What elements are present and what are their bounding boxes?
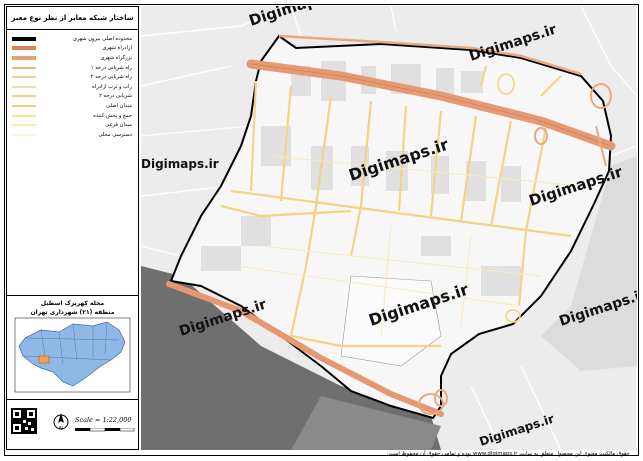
map-svg: Digimaps.ir Digimaps.ir Digimaps.ir Digi… — [141, 6, 637, 450]
scale-text: Scale = 1:22,000 — [75, 416, 132, 424]
legend-swatch — [12, 114, 36, 117]
legend-item-label: میدان اصلی — [106, 102, 132, 109]
legend-item: راب و ترب آزادراه — [11, 82, 134, 92]
legend-item: جمع و پخش کننده — [11, 111, 134, 121]
legend-swatch — [12, 104, 36, 107]
legend-item-label: دسترسی محلی — [98, 131, 132, 138]
legend-symbol — [11, 74, 37, 80]
legend-swatch — [12, 76, 36, 79]
legend-swatch — [12, 124, 36, 127]
legend-symbol — [11, 93, 37, 99]
legend-item: میدان فرعی — [11, 120, 134, 130]
scale-box: N Scale = 1:22,000 — [7, 399, 138, 450]
legend-symbol — [11, 103, 37, 109]
legend-swatch — [12, 85, 36, 88]
legend-title: ساختار شبکه معابر از نظر نوع معبر — [7, 7, 138, 30]
legend-symbol — [11, 45, 37, 51]
svg-text:N: N — [59, 426, 63, 432]
legend-item: بزرگراه شهری — [11, 53, 134, 63]
legend-item-label: محدوده اصلی بیرون شهری — [72, 35, 132, 42]
legend-item-label: بزرگراه شهری — [100, 54, 132, 61]
legend-item: راه شریانی درجه ۲ — [11, 72, 134, 82]
map-area[interactable]: Digimaps.ir Digimaps.ir Digimaps.ir Digi… — [141, 6, 637, 450]
qr-pattern — [13, 410, 35, 432]
legend-item-label: جمع و پخش کننده — [93, 112, 132, 119]
legend-item: دسترسی محلی — [11, 130, 134, 140]
legend-swatch — [12, 36, 36, 41]
inset-highlight — [38, 355, 50, 364]
watermark-2: Digimaps.ir — [247, 6, 346, 30]
legend-item: میدان اصلی — [11, 101, 134, 111]
legend-swatch — [12, 46, 36, 51]
legend-symbol — [11, 113, 37, 119]
legend-item: محدوده اصلی بیرون شهری — [11, 34, 134, 44]
legend-swatch — [12, 133, 36, 136]
legend-item-label: راه شریانی درجه ۱ — [90, 64, 132, 71]
watermark-8: Digimaps.ir — [478, 412, 556, 449]
legend-swatch — [12, 55, 36, 60]
legend-item-label: راه شریانی درجه ۲ — [90, 74, 132, 81]
qr-code — [11, 408, 37, 434]
legend-item-label: راب و ترب آزادراه — [92, 83, 132, 90]
north-arrow-icon: N — [53, 413, 69, 432]
legend-item: آزادراه شهری — [11, 44, 134, 54]
inset-title-line1: محله کهریزک اسطبل — [40, 300, 105, 307]
legend-item-label: میدان فرعی — [105, 122, 132, 129]
copyright-credit: حقوق مالکیت معنوی این محصول متعلق به سای… — [386, 451, 630, 457]
watermark-1: Digimaps.ir — [141, 157, 219, 171]
legend-symbol — [11, 122, 37, 128]
legend-item-label: شریانی درجه ۲ — [99, 93, 132, 100]
legend-symbol — [11, 36, 37, 42]
legend-swatch — [12, 95, 36, 98]
legend-item: شریانی درجه ۲ — [11, 92, 134, 102]
legend-swatch — [12, 66, 36, 69]
legend-items: محدوده اصلی بیرون شهری آزادراه شهری بزرگرا… — [7, 30, 138, 140]
legend-symbol — [11, 65, 37, 71]
legend-symbol — [11, 84, 37, 90]
scale-bar — [75, 428, 135, 432]
inset-map: محله کهریزک اسطبل منطقه (۲۱) شهرداری تهر… — [7, 295, 138, 400]
legend-item: راه شریانی درجه ۱ — [11, 63, 134, 73]
inset-region-fill — [18, 321, 126, 387]
legend-symbol — [11, 132, 37, 138]
legend-panel: ساختار شبکه معابر از نظر نوع معبر محدوده… — [6, 6, 139, 450]
legend-symbol — [11, 55, 37, 61]
legend-item-label: آزادراه شهری — [102, 45, 132, 52]
inset-tehran-map — [14, 317, 131, 393]
